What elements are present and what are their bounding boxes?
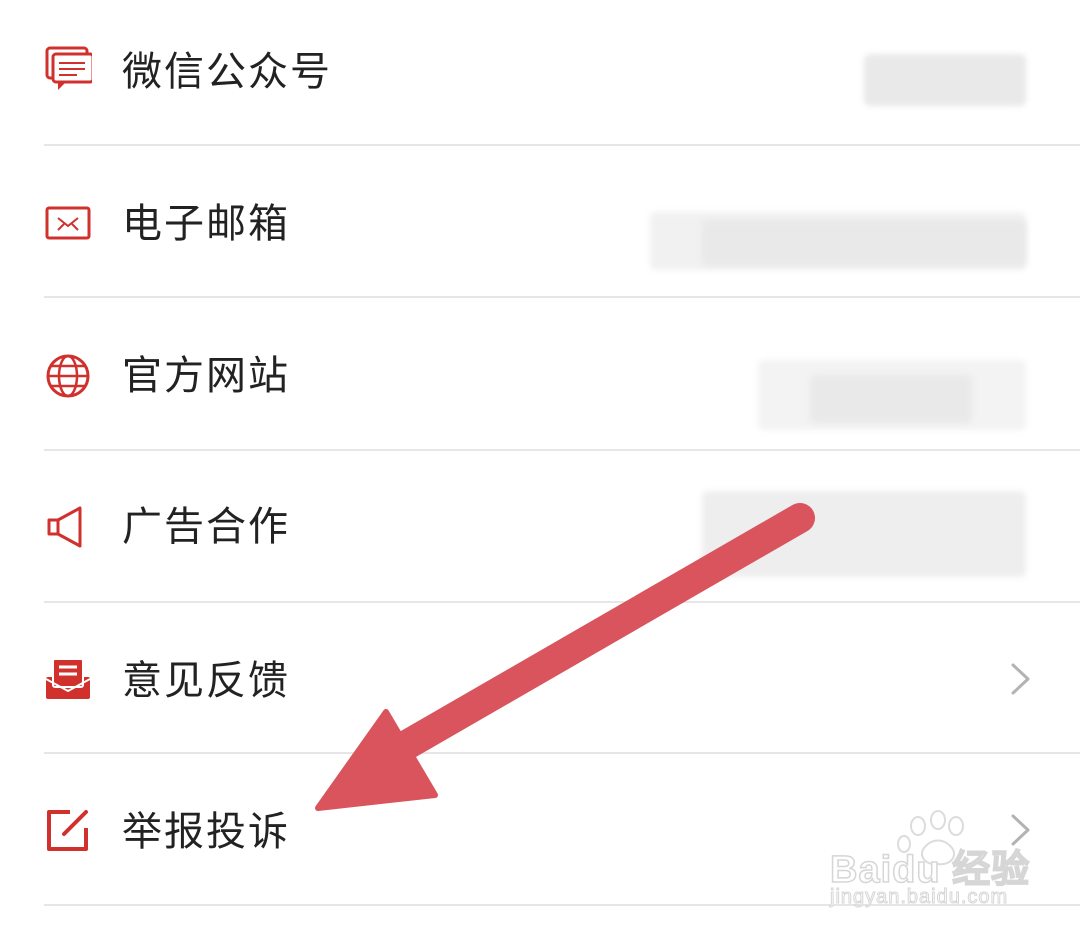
- feedback-envelope-icon: [45, 658, 91, 699]
- baidu-watermark: Baidu 经验 jingyan.baidu.com: [826, 808, 1076, 918]
- wechat-official-account-icon: [45, 46, 92, 90]
- list-item-label: 意见反馈: [122, 658, 290, 704]
- list-item-website[interactable]: 官方网站: [0, 300, 1080, 450]
- redacted-value: [810, 375, 972, 423]
- redacted-value: [864, 54, 1026, 106]
- watermark-brand: Baidu 经验: [829, 848, 1031, 892]
- list-item-label: 举报投诉: [122, 809, 290, 855]
- redacted-value: [702, 491, 1026, 577]
- chevron-right-icon: [1011, 663, 1030, 695]
- list-item-label: 广告合作: [122, 504, 290, 550]
- list-item-label: 电子邮箱: [122, 201, 290, 247]
- report-edit-icon: [47, 810, 88, 851]
- megaphone-icon: [47, 506, 82, 548]
- divider: [44, 296, 1080, 298]
- list-item-ad[interactable]: 广告合作: [0, 451, 1080, 601]
- redacted-value: [702, 220, 1026, 266]
- list-item-label: 官方网站: [122, 353, 290, 399]
- list-item-label: 微信公众号: [122, 49, 332, 95]
- list-item-feedback[interactable]: 意见反馈: [0, 603, 1080, 753]
- divider: [44, 144, 1080, 146]
- list-item-email[interactable]: 电子邮箱: [0, 150, 1080, 300]
- list-item-wechat[interactable]: 微信公众号: [0, 0, 1080, 150]
- mail-icon: [45, 206, 91, 240]
- watermark-url: jingyan.baidu.com: [829, 886, 1009, 909]
- globe-icon: [46, 354, 90, 398]
